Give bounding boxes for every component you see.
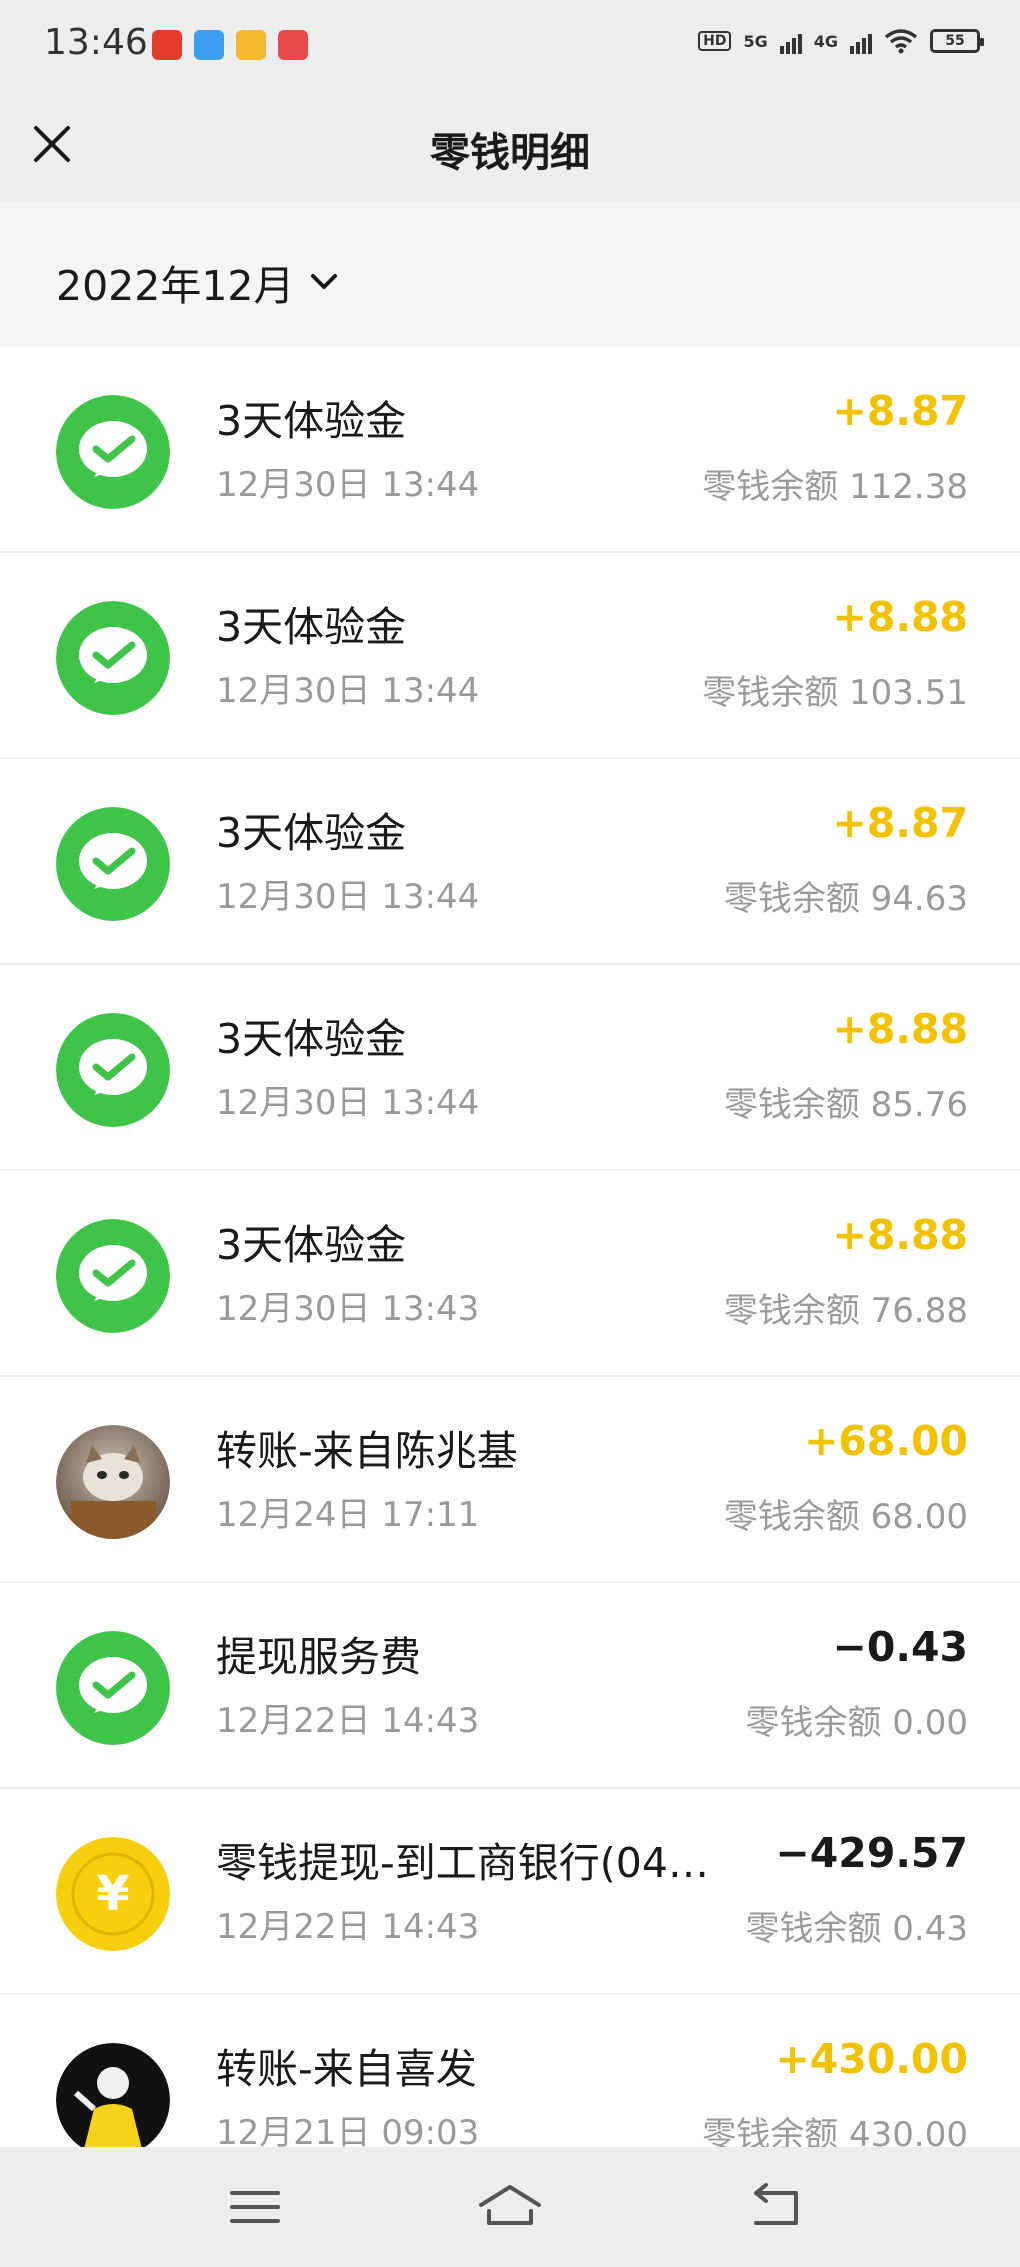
yuan-coin-icon: ¥ (56, 1837, 170, 1951)
transaction-title: 零钱提现-到工商银行(04… (216, 1839, 709, 1887)
wechat-pay-icon (56, 1013, 170, 1127)
mail-notification-icon (236, 30, 266, 60)
transaction-row[interactable]: 3天体验金 12月30日 13:44 +8.88 零钱余额 85.76 (0, 965, 1020, 1171)
transaction-time: 12月22日 14:43 (216, 1701, 480, 1741)
transaction-list: 3天体验金 12月30日 13:44 +8.87 零钱余额 112.38 3天体… (0, 347, 1020, 2147)
transaction-amount: +8.87 (832, 387, 968, 435)
system-status: HD 5G 4G 55 (698, 28, 984, 54)
network-label-5g: 5G (743, 31, 768, 51)
menu-icon (230, 2191, 280, 2223)
transaction-row[interactable]: 3天体验金 12月30日 13:44 +8.87 零钱余额 94.63 (0, 759, 1020, 965)
status-bar: 13:46 HD 5G 4G 55 (0, 0, 1020, 96)
transaction-amount: +8.87 (832, 799, 968, 847)
transaction-balance: 零钱余额 94.63 (723, 879, 968, 919)
wechat-pay-icon (56, 395, 170, 509)
transaction-amount: +8.88 (832, 1211, 968, 1259)
notification-icons (152, 30, 308, 60)
user-avatar (56, 1425, 170, 1539)
svg-text:¥: ¥ (96, 1866, 129, 1922)
transaction-balance: 零钱余额 103.51 (702, 673, 968, 713)
network-label-4g: 4G (813, 31, 838, 51)
battery-icon: 55 (930, 29, 984, 53)
transaction-amount: +8.88 (832, 1005, 968, 1053)
filter-bar: 2022年12月 (0, 202, 1020, 347)
app-notification-icon (152, 30, 182, 60)
transaction-balance: 零钱余额 430.00 (702, 2115, 968, 2147)
month-picker[interactable]: 2022年12月 (56, 252, 339, 312)
transaction-title: 提现服务费 (216, 1633, 421, 1681)
system-nav-bar (0, 2147, 1020, 2267)
wechat-pay-icon (56, 601, 170, 715)
transaction-row[interactable]: 3天体验金 12月30日 13:44 +8.87 零钱余额 112.38 (0, 347, 1020, 553)
transaction-title: 3天体验金 (216, 809, 407, 857)
transaction-row[interactable]: 3天体验金 12月30日 13:43 +8.88 零钱余额 76.88 (0, 1171, 1020, 1377)
menu-button[interactable] (220, 2177, 290, 2237)
transaction-balance: 零钱余额 85.76 (723, 1085, 968, 1125)
transaction-title: 3天体验金 (216, 397, 407, 445)
signal-icon (779, 28, 802, 54)
wechat-pay-icon (56, 1631, 170, 1745)
transaction-row[interactable]: ¥ 零钱提现-到工商银行(04… 12月22日 14:43 −429.57 零钱… (0, 1789, 1020, 1995)
transaction-time: 12月30日 13:44 (216, 1083, 480, 1123)
transaction-row[interactable]: 3天体验金 12月30日 13:44 +8.88 零钱余额 103.51 (0, 553, 1020, 759)
wechat-pay-icon (56, 807, 170, 921)
transaction-time: 12月30日 13:44 (216, 877, 480, 917)
status-time: 13:46 (44, 22, 148, 63)
wifi-icon (884, 29, 918, 54)
transaction-amount: −429.57 (775, 1829, 968, 1877)
transaction-title: 转账-来自陈兆基 (216, 1427, 518, 1475)
month-label: 2022年12月 (56, 262, 295, 310)
transaction-row[interactable]: 转账-来自喜发 12月21日 09:03 +430.00 零钱余额 430.00 (0, 1995, 1020, 2147)
nav-bar: 零钱明细 (0, 96, 1020, 202)
back-icon (754, 2183, 798, 2225)
transaction-balance: 零钱余额 68.00 (723, 1497, 968, 1537)
transaction-title: 3天体验金 (216, 1221, 407, 1269)
transaction-time: 12月24日 17:11 (216, 1495, 480, 1535)
transaction-balance: 零钱余额 112.38 (702, 467, 968, 507)
chevron-down-icon (310, 274, 337, 289)
transaction-amount: −0.43 (832, 1623, 968, 1671)
transaction-time: 12月22日 14:43 (216, 1907, 480, 1947)
transaction-title: 转账-来自喜发 (216, 2045, 477, 2093)
app-notification-icon (278, 30, 308, 60)
home-button[interactable] (475, 2177, 545, 2237)
transaction-time: 12月21日 09:03 (216, 2113, 480, 2147)
home-icon (479, 2185, 541, 2225)
wechat-pay-icon (56, 1219, 170, 1333)
transaction-title: 3天体验金 (216, 1015, 407, 1063)
transaction-row[interactable]: 提现服务费 12月22日 14:43 −0.43 零钱余额 0.00 (0, 1583, 1020, 1789)
back-button[interactable] (740, 2177, 810, 2237)
transaction-amount: +430.00 (775, 2035, 968, 2083)
transaction-balance: 零钱余额 0.43 (745, 1909, 968, 1949)
transaction-balance: 零钱余额 76.88 (723, 1291, 968, 1331)
transaction-amount: +68.00 (803, 1417, 968, 1465)
transaction-title: 3天体验金 (216, 603, 407, 651)
page-title: 零钱明细 (430, 130, 590, 176)
transaction-time: 12月30日 13:44 (216, 671, 480, 711)
app-notification-icon (194, 30, 224, 60)
transaction-time: 12月30日 13:44 (216, 465, 480, 505)
transaction-time: 12月30日 13:43 (216, 1289, 480, 1329)
transaction-balance: 零钱余额 0.00 (745, 1703, 968, 1743)
user-avatar (56, 2043, 170, 2147)
signal-icon (850, 28, 872, 54)
transaction-row[interactable]: 转账-来自陈兆基 12月24日 17:11 +68.00 零钱余额 68.00 (0, 1377, 1020, 1583)
transaction-amount: +8.88 (832, 593, 968, 641)
hd-indicator: HD (698, 31, 732, 51)
